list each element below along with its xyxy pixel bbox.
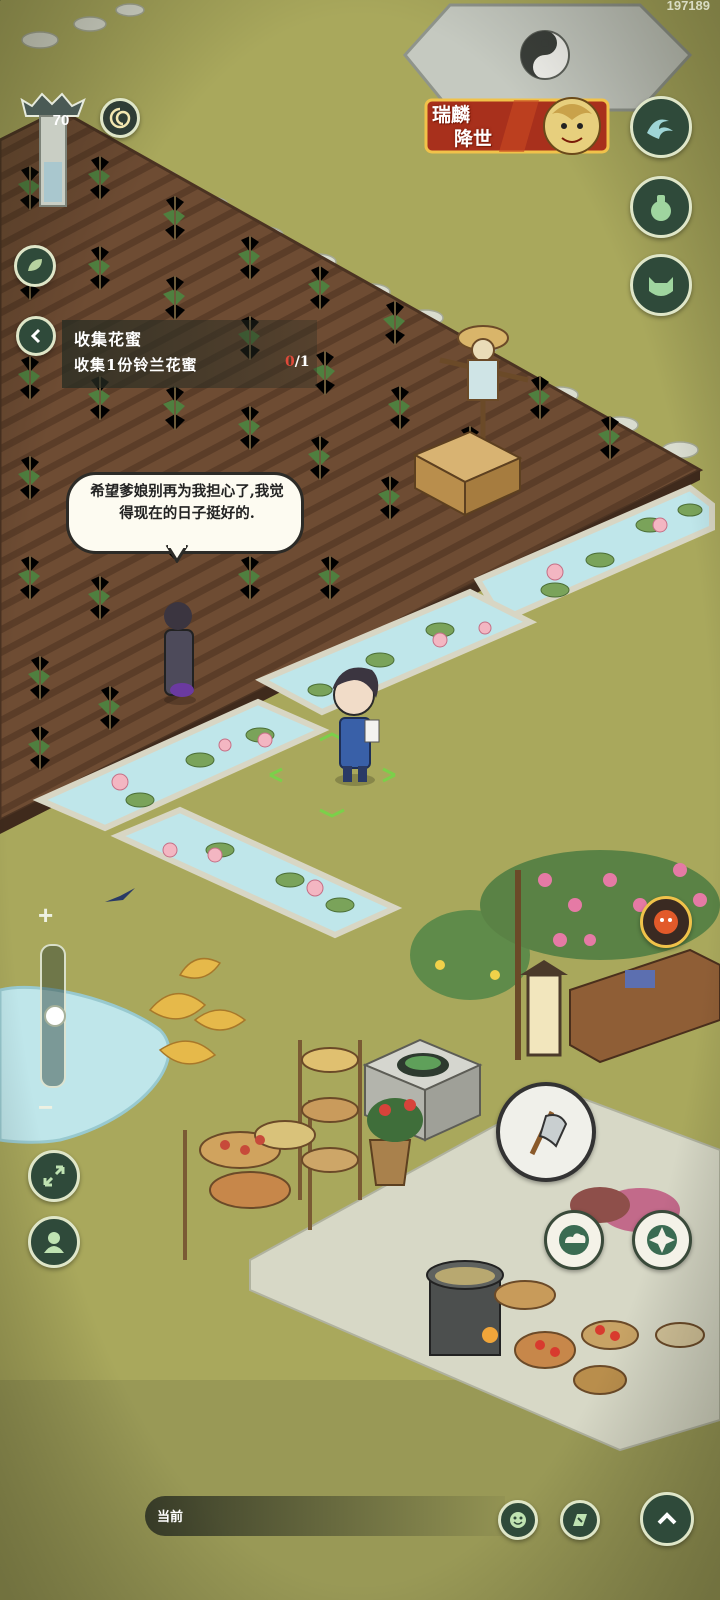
- expand-arrows-icon: [43, 1165, 65, 1187]
- quest-collapse-button[interactable]: [16, 316, 56, 356]
- quest-tracker[interactable]: 收集花蜜 收集1份铃兰花蜜 0/1: [62, 320, 317, 388]
- emoji-button[interactable]: [498, 1500, 538, 1540]
- player-level-badge[interactable]: 70: [20, 92, 86, 212]
- world-map[interactable]: [0, 0, 720, 1600]
- shuriken-skill-button[interactable]: [632, 1210, 692, 1270]
- quick-chat-icon: [573, 1514, 587, 1526]
- lion-event-button[interactable]: [640, 896, 692, 948]
- zoom-in-button[interactable]: +: [38, 900, 53, 931]
- axe-icon: [529, 1110, 568, 1156]
- player-level: 70: [52, 112, 70, 129]
- leaf-icon: [28, 259, 42, 271]
- lion-face-icon: [654, 910, 678, 934]
- wave-skill-button[interactable]: [630, 96, 692, 158]
- creature-icon: [649, 277, 673, 296]
- expand-chat-button[interactable]: [640, 1492, 694, 1546]
- speech-tail: [165, 545, 189, 563]
- event-title-line1: 瑞麟: [432, 104, 471, 126]
- shuriken-icon: [647, 1225, 677, 1255]
- game-scene[interactable]: 197189 70 收集花蜜 收集1份铃兰花蜜 0/1 希望爹娘别再为我担心了,…: [0, 0, 720, 1600]
- quest-progress-current: 0: [285, 354, 295, 370]
- chevron-up-icon: [657, 1512, 677, 1525]
- person-icon: [44, 1232, 64, 1253]
- quest-progress: 0/1: [285, 354, 310, 370]
- chevron-left-icon: [30, 328, 41, 344]
- zoom-slider[interactable]: [40, 944, 66, 1088]
- chat-bar[interactable]: 当前: [145, 1496, 505, 1536]
- wave-icon: [647, 119, 673, 139]
- chop-action-button[interactable]: [496, 1082, 596, 1182]
- character-view-button[interactable]: [28, 1216, 80, 1268]
- quest-progress-total: /1: [294, 354, 310, 370]
- event-title-line2: 降世: [454, 128, 493, 150]
- zoom-slider-handle[interactable]: [44, 1005, 66, 1027]
- banner-icon: [20, 92, 86, 207]
- npc-dialogue-text: 希望爹娘别再为我担心了,我觉得现在的日子挺好的.: [90, 483, 284, 522]
- gourd-icon: [651, 195, 671, 221]
- camera-reset-button[interactable]: [28, 1150, 80, 1202]
- npc-speech-bubble: 希望爹娘别再为我担心了,我觉得现在的日子挺好的.: [66, 472, 304, 563]
- score-display: 197189: [666, 0, 710, 13]
- quick-message-button[interactable]: [560, 1500, 600, 1540]
- cloud-icon: [559, 1225, 589, 1255]
- chat-channel-label: 当前: [157, 1510, 184, 1525]
- spiral-buff-icon[interactable]: [100, 98, 140, 138]
- smiley-icon: [510, 1512, 526, 1528]
- pet-button[interactable]: [630, 254, 692, 316]
- quest-description: 收集1份铃兰花蜜: [74, 356, 198, 374]
- quest-title: 收集花蜜: [74, 330, 143, 349]
- zoom-out-button[interactable]: −: [38, 1092, 53, 1123]
- gourd-button[interactable]: [630, 176, 692, 238]
- event-banner[interactable]: 瑞麟 降世: [424, 94, 610, 158]
- leaf-menu-button[interactable]: [14, 245, 56, 287]
- cloud-skill-button[interactable]: [544, 1210, 604, 1270]
